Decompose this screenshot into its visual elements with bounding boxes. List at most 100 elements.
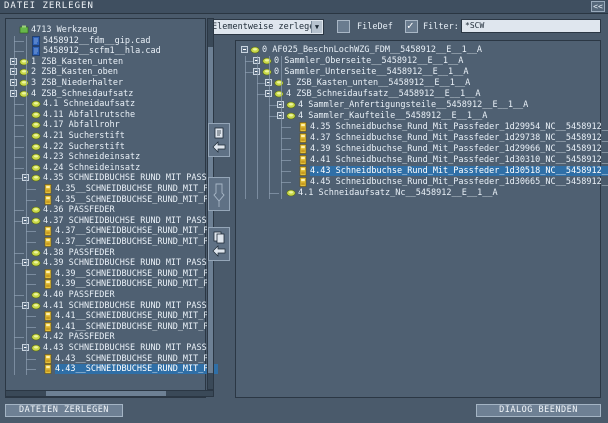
tree-item-label: 4.43__SCHNEIDBUCHSE_RUND_MIT_PA — [55, 364, 218, 375]
source-tree-item[interactable]: 4.24 Schneideinsatz — [6, 163, 205, 173]
target-tree-item[interactable]: 4.43 Schneidbuchse_Rund_Mit_Passfeder_1d… — [236, 166, 608, 176]
source-tree-item[interactable]: 4.43 SCHNEIDBUCHSE RUND MIT PASSF — [6, 343, 212, 353]
tree-item-label: 4.35__SCHNEIDBUCHSE_RUND_MIT_PA — [55, 184, 214, 194]
close-dialog-button[interactable]: DIALOG BEENDEN — [476, 404, 601, 417]
assembly-icon — [31, 152, 41, 162]
target-tree-item[interactable]: 4.45 Schneidbuchse_Rund_Mit_Passfeder_1d… — [236, 177, 608, 187]
tree-connector — [14, 125, 24, 127]
scroll-thumb[interactable] — [46, 391, 166, 396]
mode-select[interactable]: Elementweise zerlegen ▼ — [208, 19, 324, 35]
source-tree-item[interactable]: 4.43__SCHNEIDBUCHSE_RUND_MIT_PA — [6, 354, 214, 364]
assembly-icon — [286, 100, 296, 110]
source-tree-item[interactable]: 4.35 SCHNEIDBUCHSE RUND MIT PASSF — [6, 173, 212, 183]
tree-connector — [26, 231, 36, 233]
source-tree-item[interactable]: 4.37 SCHNEIDBUCHSE RUND MIT PASSF — [6, 216, 212, 226]
source-tree-item[interactable]: 2 ZSB_Kasten_oben — [6, 67, 205, 77]
tree-item-label: 2 ZSB_Kasten_oben — [31, 67, 118, 78]
tree-item-label: 4.35__SCHNEIDBUCHSE_RUND_MIT_PA — [55, 194, 214, 205]
tree-item-label: 0 Sammler_Unterseite__5458912__E__1__A — [274, 67, 469, 77]
tree-connector — [269, 193, 279, 194]
source-tree-item[interactable]: 1 ZSB_Kasten_unten — [6, 57, 205, 67]
source-tree-item[interactable]: 4.41 SCHNEIDBUCHSE RUND MIT PASSF — [6, 301, 212, 311]
tree-item-label: 4.38 PASSFEDER — [43, 247, 115, 258]
tree-connector — [281, 127, 291, 128]
source-tree-item[interactable]: 4.11 Abfallrutsche — [6, 110, 205, 120]
source-tree-item[interactable]: 3 ZSB_Niederhalter — [6, 78, 205, 88]
tree-item-label: 4.43 SCHNEIDBUCHSE RUND MIT PASSF — [43, 343, 212, 353]
target-tree-item[interactable]: 0 Sammler_Oberseite__5458912__E__1__A — [236, 56, 600, 66]
source-tree-item[interactable]: 4.37__SCHNEIDBUCHSE_RUND_MIT_PA — [6, 226, 214, 236]
split-files-button[interactable]: DATEIEN ZERLEGEN — [5, 404, 123, 417]
transfer-to-source-button[interactable] — [208, 123, 230, 157]
assembly-icon — [31, 205, 41, 215]
tree-item-label: 4.40 PASSFEDER — [43, 290, 115, 300]
source-tree-item[interactable]: 4.23 Schneideinsatz — [6, 152, 205, 162]
tree-connector — [281, 149, 291, 150]
part-icon — [43, 184, 53, 194]
source-tree-item[interactable]: 4 ZSB_Schneidaufsatz — [6, 89, 205, 99]
tree-item-label: 1 ZSB_Kasten_unten — [31, 56, 124, 67]
tree-item-label: 4.39__SCHNEIDBUCHSE_RUND_MIT_PA — [55, 268, 214, 279]
filter-checkbox[interactable] — [405, 19, 418, 33]
source-tree-item[interactable]: 4.1 Schneidaufsatz — [6, 99, 205, 109]
window-title: DATEI ZERLEGEN — [4, 1, 94, 11]
assembly-icon — [31, 343, 41, 353]
source-tree-item[interactable]: 4.42 PASSFEDER — [6, 332, 205, 342]
tree-item-label: 1 ZSB_Kasten_unten__5458912__E__1__A — [286, 78, 471, 88]
transfer-left-icon — [212, 127, 226, 153]
target-tree-item[interactable]: 4.39 Schneidbuchse_Rund_Mit_Passfeder_1d… — [236, 144, 608, 154]
target-tree-item[interactable]: 1 ZSB_Kasten_unten__5458912__E__1__A — [236, 78, 600, 88]
extract-button[interactable] — [208, 177, 230, 211]
target-tree-item[interactable]: 4.35 Schneidbuchse_Rund_Mit_Passfeder_1d… — [236, 122, 608, 132]
target-tree-item[interactable]: 4.37 Schneidbuchse_Rund_Mit_Passfeder_1d… — [236, 133, 608, 143]
target-tree-item[interactable]: 4.1 Schneidaufsatz_Nc__5458912__E__1__A — [236, 188, 600, 198]
target-tree-item[interactable]: 0 Sammler_Unterseite__5458912__E__1__A — [236, 67, 600, 77]
source-tree-item[interactable]: 5458912__fdm__gip.cad — [6, 36, 205, 46]
assembly-icon — [31, 142, 41, 152]
target-tree-item[interactable]: 4 Sammler_Kaufteile__5458912__E__1__A — [236, 111, 600, 121]
source-tree-item[interactable]: 4.43__SCHNEIDBUCHSE_RUND_MIT_PA — [6, 364, 218, 375]
assembly-icon — [31, 248, 41, 258]
source-tree-hscrollbar[interactable] — [5, 390, 214, 397]
source-tree-item[interactable]: 4.39 SCHNEIDBUCHSE RUND MIT PASSF — [6, 258, 212, 268]
tree-item-label: 4713 Werkzeug — [31, 25, 98, 35]
source-tree-item[interactable]: 4.35__SCHNEIDBUCHSE_RUND_MIT_PA — [6, 184, 214, 194]
transfer-all-to-source-button[interactable] — [208, 227, 230, 261]
filter-input[interactable]: *SCW — [461, 19, 601, 33]
tree-item-label: 4.37__SCHNEIDBUCHSE_RUND_MIT_PA — [55, 237, 214, 247]
expand-toggle-icon[interactable] — [241, 46, 248, 53]
tree-guide-line — [257, 56, 258, 199]
tree-item-label: 4.41 SCHNEIDBUCHSE RUND MIT PASSF — [43, 300, 212, 311]
tree-item-label: 5458912__scfm1__hla.cad — [43, 46, 161, 57]
target-tree-item[interactable]: 4 Sammler_Anfertigungsteile__5458912__E_… — [236, 100, 600, 110]
source-tree-item[interactable]: 4.17 Abfallrohr — [6, 120, 205, 130]
tree-connector — [26, 369, 36, 371]
source-tree-item[interactable]: 4.39__SCHNEIDBUCHSE_RUND_MIT_PA — [6, 279, 214, 289]
tree-item-label: 4.35 SCHNEIDBUCHSE RUND MIT PASSF — [43, 173, 212, 184]
source-tree-item[interactable]: 4.41__SCHNEIDBUCHSE_RUND_MIT_PA — [6, 311, 214, 321]
source-tree-item[interactable]: 4.38 PASSFEDER — [6, 248, 205, 258]
source-tree-item[interactable]: 5458912__scfm1__hla.cad — [6, 46, 205, 56]
source-tree-item[interactable]: 4713 Werkzeug — [6, 25, 205, 35]
target-tree-item[interactable]: 4 ZSB_Schneidaufsatz__5458912__E__1__A — [236, 89, 600, 99]
source-tree-item[interactable]: 4.22 Sucherstift — [6, 142, 205, 152]
source-tree-item[interactable]: 4.40 PASSFEDER — [6, 290, 205, 300]
part-icon — [43, 268, 53, 279]
target-tree-item[interactable]: 4.41 Schneidbuchse_Rund_Mit_Passfeder_1d… — [236, 155, 608, 165]
assembly-icon — [31, 131, 41, 141]
tree-item-label: 0 Sammler_Oberseite__5458912__E__1__A — [274, 56, 464, 66]
filedef-checkbox[interactable] — [337, 20, 350, 33]
collapse-button[interactable]: << — [591, 1, 605, 12]
tree-item-label: 4.37 Schneidbuchse_Rund_Mit_Passfeder_1d… — [310, 133, 608, 143]
source-tree-item[interactable]: 4.36 PASSFEDER — [6, 205, 205, 215]
target-tree-item[interactable]: 0 AF025_BeschnLochWZG_FDM__5458912__E__1… — [236, 45, 600, 55]
part-icon — [298, 144, 308, 154]
source-tree-item[interactable]: 4.41__SCHNEIDBUCHSE_RUND_MIT_PA — [6, 322, 214, 332]
assembly-icon — [19, 67, 29, 77]
source-tree-item[interactable]: 4.35__SCHNEIDBUCHSE_RUND_MIT_PA — [6, 195, 214, 205]
source-tree-item[interactable]: 4.39__SCHNEIDBUCHSE_RUND_MIT_PA — [6, 268, 214, 279]
source-tree-item[interactable]: 4.21 Sucherstift — [6, 131, 205, 141]
tree-connector — [14, 104, 24, 106]
tree-item-label: 4.23 Schneideinsatz — [43, 152, 141, 163]
source-tree-item[interactable]: 4.37__SCHNEIDBUCHSE_RUND_MIT_PA — [6, 237, 214, 247]
